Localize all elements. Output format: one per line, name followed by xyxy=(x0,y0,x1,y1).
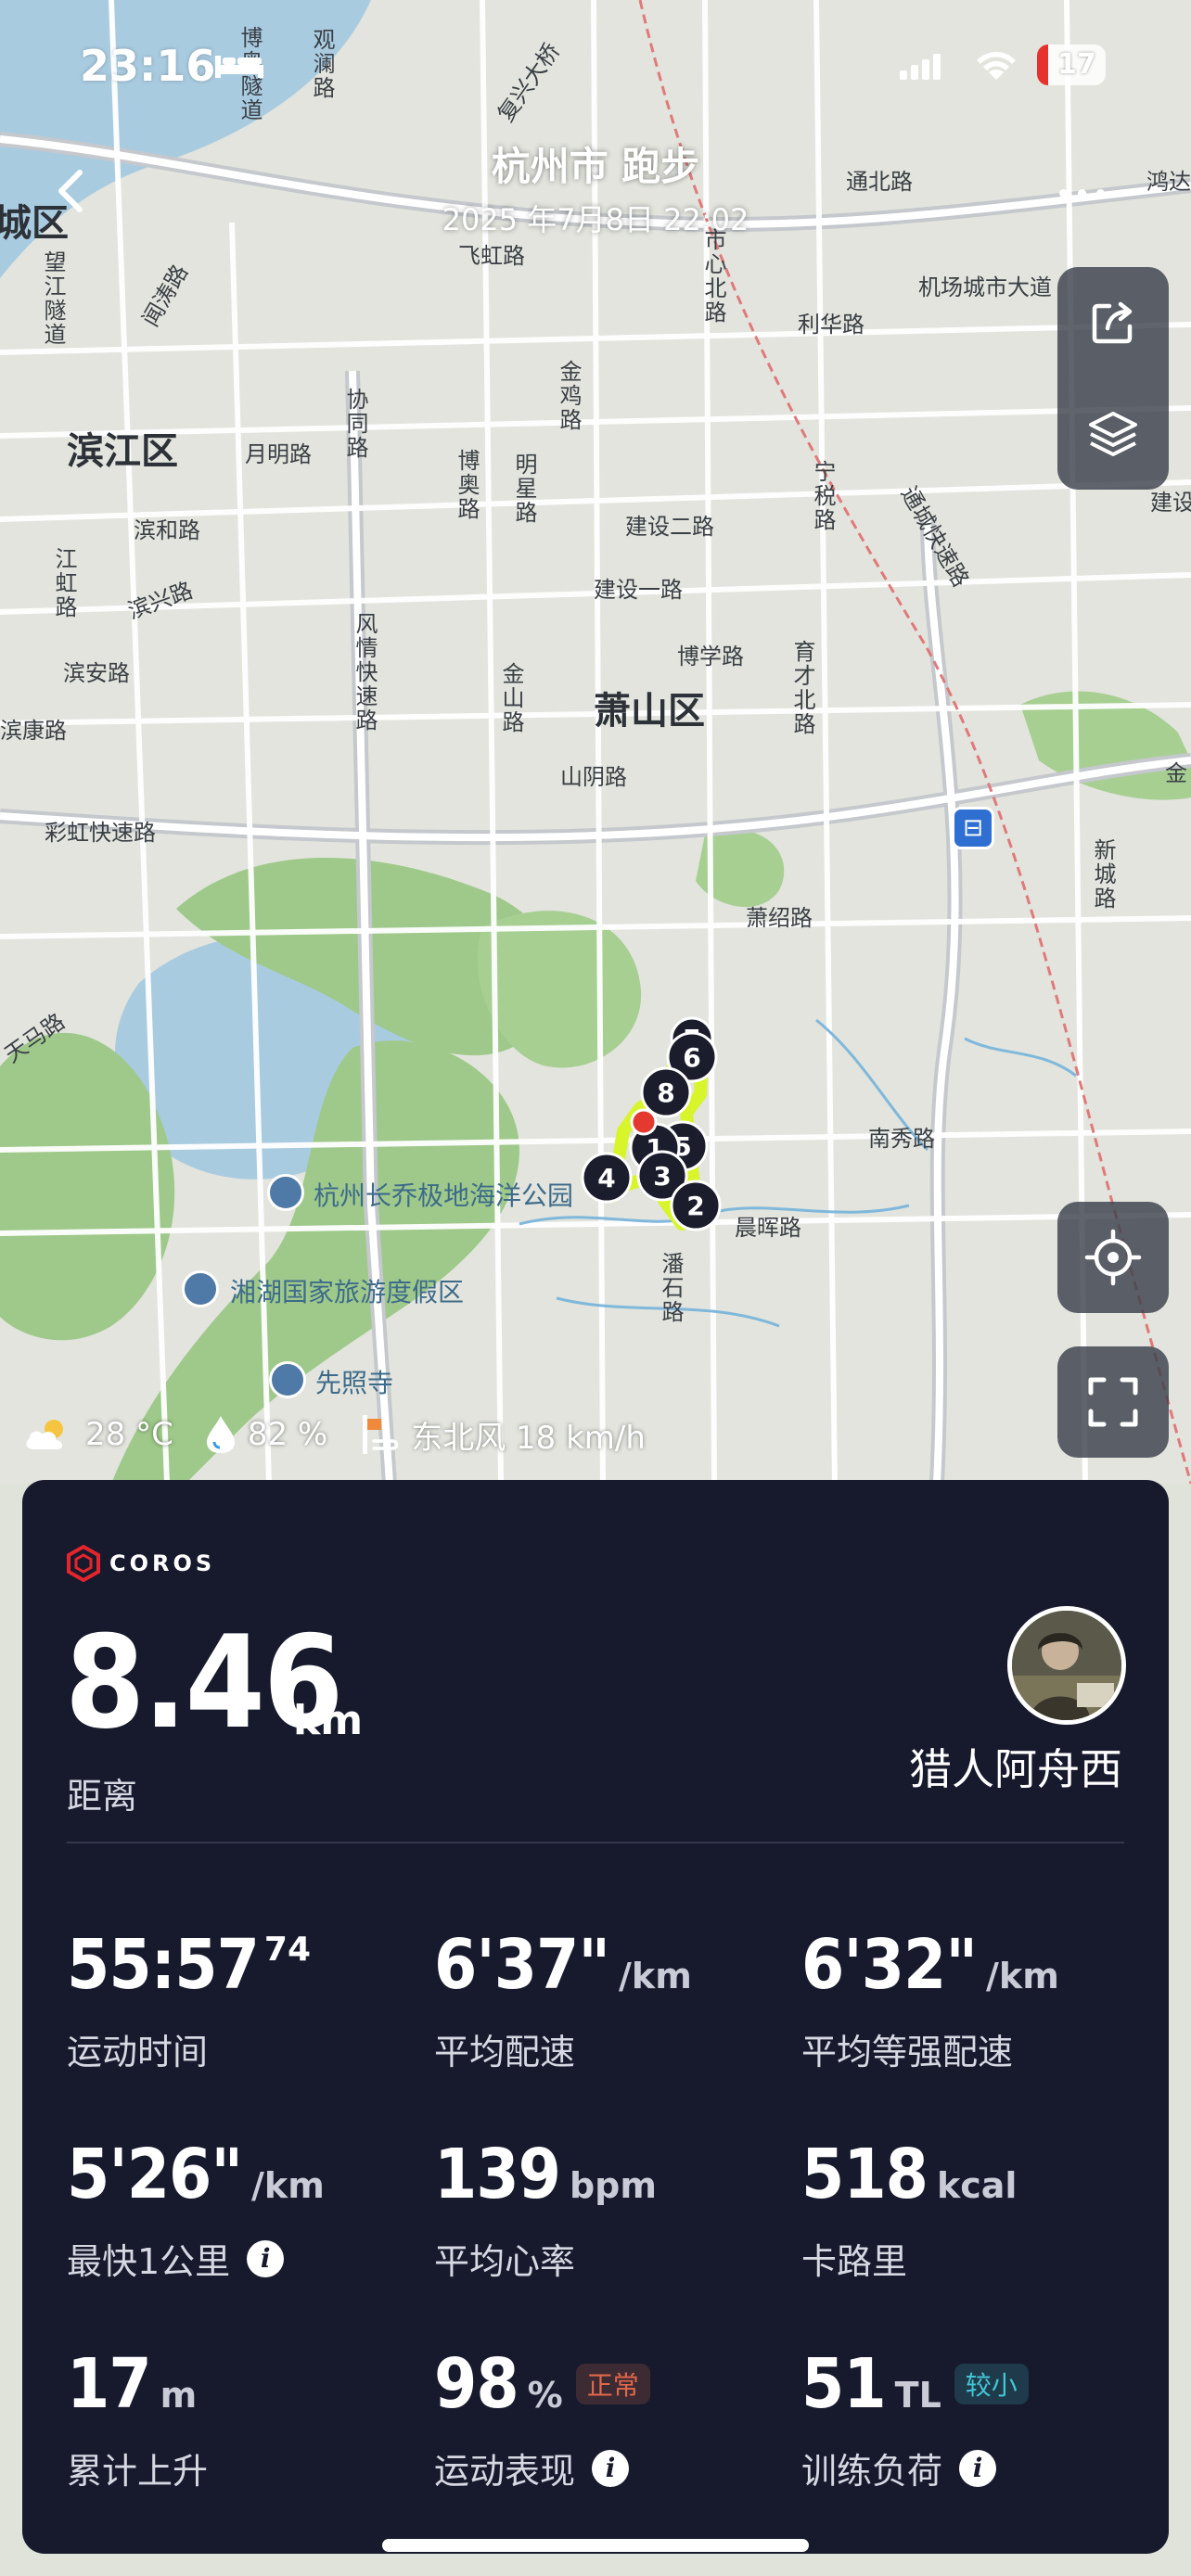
info-icon[interactable]: i xyxy=(959,2449,997,2487)
avatar-image xyxy=(1012,1611,1121,1720)
battery-level xyxy=(1037,45,1048,85)
info-icon[interactable]: i xyxy=(592,2449,630,2487)
locate-icon xyxy=(1084,1229,1142,1286)
home-indicator[interactable] xyxy=(382,2539,809,2552)
layers-icon xyxy=(1089,412,1137,456)
brand-logo: COROS xyxy=(67,1545,215,1582)
share-button[interactable] xyxy=(1057,267,1169,378)
stat-value: 5'26" xyxy=(67,2135,243,2214)
distance-unit: km xyxy=(293,1697,364,1744)
username: 猎人阿舟西 xyxy=(909,1744,1122,1794)
stat-unit: % xyxy=(527,2375,563,2416)
km-marker-label: 6 xyxy=(683,1042,700,1073)
stat-value: 55:57 xyxy=(67,1925,260,2005)
stat-label: 运动表现 xyxy=(434,2451,576,2492)
map-layers-button[interactable] xyxy=(1057,378,1169,490)
km-marker-label: 3 xyxy=(653,1161,671,1192)
activity-date: 2025 年7月8日 22:02 xyxy=(442,202,749,237)
stat-value: 98 xyxy=(434,2344,519,2424)
humidity: 82 % xyxy=(247,1416,328,1453)
clock: 23:16 xyxy=(80,41,216,91)
activity-title: 杭州市 跑步 xyxy=(491,144,700,189)
start-point-marker xyxy=(630,1108,658,1136)
stat-label: 平均心率 xyxy=(434,2241,576,2282)
status-bar: 23:16 17 xyxy=(0,0,1191,130)
fullscreen-icon xyxy=(1088,1377,1138,1427)
stat-unit: TL xyxy=(894,2375,941,2416)
stat-value: 139 xyxy=(434,2135,561,2214)
coros-logo-icon xyxy=(67,1545,100,1582)
locate-button[interactable] xyxy=(1057,1202,1169,1313)
battery-percent: 17 xyxy=(1057,48,1096,81)
divider xyxy=(67,1842,1124,1843)
stat-unit: /km xyxy=(619,1956,692,1996)
distance-label: 距离 xyxy=(67,1776,138,1817)
info-icon[interactable]: i xyxy=(247,2239,285,2277)
stat-label: 平均配速 xyxy=(434,2032,576,2072)
stat-value: 51 xyxy=(801,2344,887,2424)
brand-name: COROS xyxy=(109,1550,216,1576)
more-options-button[interactable] xyxy=(1059,182,1115,204)
stat-unit: bpm xyxy=(569,2165,657,2206)
stat-value: 518 xyxy=(801,2135,928,2214)
cellular-signal-icon xyxy=(900,54,941,80)
status-badge: 较小 xyxy=(954,2364,1029,2404)
stat-value: 17 xyxy=(67,2344,152,2424)
share-icon xyxy=(1092,301,1133,344)
km-marker-label: 4 xyxy=(597,1163,615,1193)
stat-label: 运动时间 xyxy=(67,2032,209,2072)
fullscreen-button[interactable] xyxy=(1057,1346,1169,1458)
stat-value: 6'37" xyxy=(434,1925,610,2005)
stat-unit: kcal xyxy=(936,2165,1018,2206)
activity-summary-card: COROS 8.46 km 距离 猎人阿舟西 55:57 74 运动时间 6'37… xyxy=(22,1480,1169,2554)
wifi-icon xyxy=(977,52,1016,80)
sleep-focus-icon xyxy=(215,56,263,78)
stat-value: 6'32" xyxy=(801,1925,978,2005)
stat-unit: /km xyxy=(986,1956,1059,1996)
stat-label: 最快1公里 xyxy=(67,2241,231,2282)
partly-cloudy-icon xyxy=(26,1420,63,1449)
humidity-icon xyxy=(206,1416,235,1453)
stat-unit: /km xyxy=(251,2165,325,2206)
stat-unit: m xyxy=(160,2375,198,2416)
km-marker-label: 2 xyxy=(686,1191,704,1221)
km-marker-label: 8 xyxy=(657,1078,674,1108)
stat-label: 卡路里 xyxy=(801,2241,908,2282)
temperature: 28 °C xyxy=(85,1416,173,1453)
weather-bar: 28 °C 82 % 东北风 18 km/h xyxy=(22,1411,677,1458)
battery-icon: 17 xyxy=(1037,45,1106,85)
stat-label: 累计上升 xyxy=(67,2451,209,2492)
stat-label: 训练负荷 xyxy=(801,2451,943,2492)
stat-hundredths: 74 xyxy=(263,1931,312,1969)
status-badge: 正常 xyxy=(575,2364,650,2404)
map-tools-panel xyxy=(1057,267,1169,490)
wind: 东北风 18 km/h xyxy=(411,1419,646,1457)
avatar[interactable] xyxy=(1007,1606,1126,1725)
wind-icon xyxy=(363,1415,399,1454)
stat-label: 平均等强配速 xyxy=(801,2032,1014,2072)
